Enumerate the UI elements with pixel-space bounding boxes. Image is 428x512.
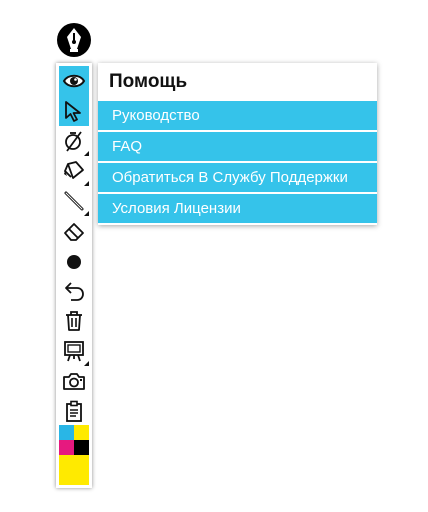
- eraser-icon: [64, 223, 84, 241]
- pen-line-icon: [64, 191, 84, 211]
- menu-item-manual[interactable]: Руководство: [98, 101, 377, 130]
- color-swatch-black[interactable]: [74, 440, 89, 455]
- clipboard-button[interactable]: [59, 396, 89, 426]
- menu-item-license-terms[interactable]: Условия Лицензии: [98, 194, 377, 223]
- undo-button[interactable]: [59, 276, 89, 306]
- drawing-toolbar: [56, 63, 92, 488]
- trash-icon: [66, 311, 82, 331]
- color-swatch-magenta[interactable]: [59, 440, 74, 455]
- filled-circle-icon: [67, 255, 81, 269]
- help-menu: Помощь Руководство FAQ Обратиться В Служ…: [98, 63, 377, 225]
- color-swatch-cyan[interactable]: [59, 425, 74, 440]
- clipboard-icon: [66, 400, 82, 422]
- eye-icon: [62, 74, 86, 88]
- easel-icon: [64, 341, 84, 362]
- undo-icon: [65, 282, 84, 301]
- dot-tool-button[interactable]: [59, 246, 89, 276]
- pen-nib-icon: [57, 23, 91, 57]
- camera-icon: [63, 373, 85, 390]
- shape-tool-button[interactable]: [59, 126, 89, 156]
- color-palette: [59, 425, 89, 485]
- pen-tool-button[interactable]: [59, 186, 89, 216]
- menu-item-contact-support[interactable]: Обратиться В Службу Поддержки: [98, 163, 377, 192]
- menu-item-faq[interactable]: FAQ: [98, 132, 377, 161]
- circle-compass-icon: [65, 131, 82, 152]
- delete-button[interactable]: [59, 306, 89, 336]
- select-tool-button[interactable]: [59, 96, 89, 126]
- highlighter-tool-button[interactable]: [59, 156, 89, 186]
- marker-icon: [63, 161, 84, 179]
- help-menu-title: Помощь: [109, 71, 188, 92]
- color-swatch-yellow[interactable]: [74, 425, 89, 440]
- app-logo: [56, 22, 92, 58]
- current-color-swatch[interactable]: [59, 455, 89, 485]
- cursor-arrow-icon: [65, 101, 81, 122]
- board-tool-button[interactable]: [59, 336, 89, 366]
- screenshot-button[interactable]: [59, 366, 89, 396]
- view-tool-button[interactable]: [59, 66, 89, 96]
- eraser-tool-button[interactable]: [59, 216, 89, 246]
